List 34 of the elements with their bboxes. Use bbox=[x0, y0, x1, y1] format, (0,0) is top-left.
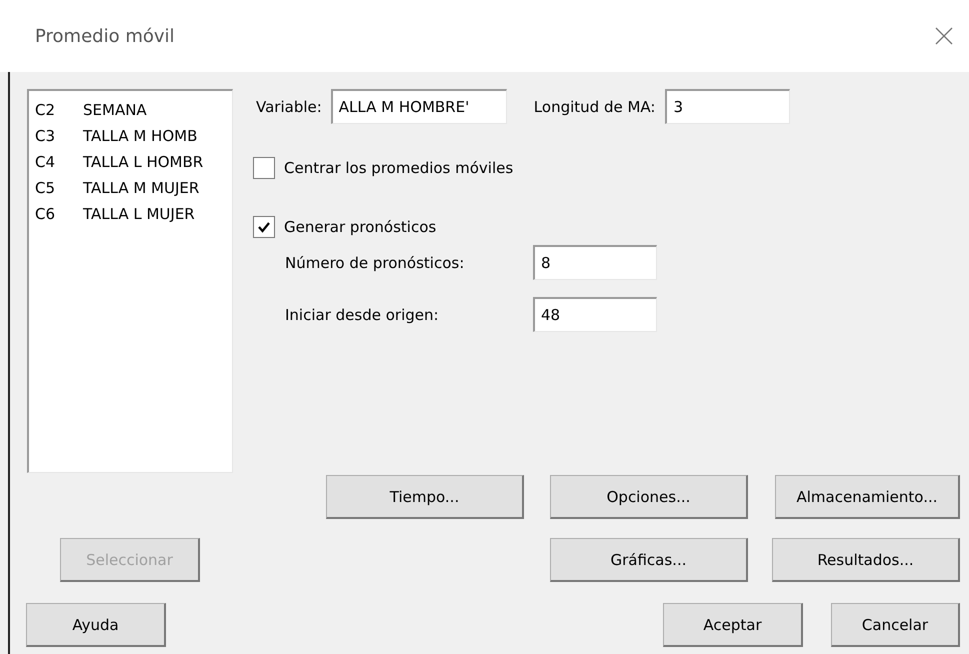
column-name: SEMANA bbox=[83, 101, 147, 119]
column-code: C3 bbox=[35, 127, 56, 145]
dialog-button[interactable]: Aceptar bbox=[663, 603, 803, 647]
dialog-button[interactable]: Almacenamiento... bbox=[775, 475, 960, 519]
column-code: C4 bbox=[35, 153, 56, 171]
help-button[interactable]: Ayuda bbox=[26, 603, 166, 647]
field-label: Número de pronósticos: bbox=[285, 254, 466, 272]
field-label: Iniciar desde origen: bbox=[285, 306, 440, 324]
field-label: Longitud de MA: bbox=[534, 98, 656, 116]
column-code: C2 bbox=[35, 101, 56, 119]
dialog-button[interactable]: Cancelar bbox=[831, 603, 960, 647]
checkbox[interactable] bbox=[253, 216, 275, 238]
dialog-button[interactable]: Gráficas... bbox=[550, 538, 748, 582]
variable-field[interactable]: ALLA M HOMBRE' bbox=[330, 89, 507, 124]
column-name: TALLA M MUJER bbox=[83, 179, 200, 197]
forecast-count-field[interactable]: 8 bbox=[533, 245, 657, 280]
window-title: Promedio móvil bbox=[35, 26, 175, 46]
field-label: Variable: bbox=[256, 98, 322, 116]
dialog-button[interactable]: Opciones... bbox=[550, 475, 748, 519]
column-name: TALLA M HOMB bbox=[83, 127, 198, 145]
column-name: TALLA L HOMBR bbox=[83, 153, 204, 171]
variable-list[interactable]: C2 SEMANA C3 TALLA M HOMB C4 TALLA L HOMBR C5 TALLA M MUJER C6 TALLA L MUJER bbox=[27, 89, 233, 473]
ma-length-field[interactable]: 3 bbox=[665, 89, 790, 124]
checkmark-icon bbox=[257, 220, 271, 234]
column-name: TALLA L MUJER bbox=[83, 205, 195, 223]
column-code: C5 bbox=[35, 179, 56, 197]
dialog-button[interactable]: Tiempo... bbox=[326, 475, 524, 519]
checkbox[interactable] bbox=[253, 157, 275, 179]
close-icon[interactable] bbox=[935, 27, 953, 45]
dialog-button[interactable]: Resultados... bbox=[772, 538, 960, 582]
checkbox-label: Generar pronósticos bbox=[284, 218, 436, 236]
column-code: C6 bbox=[35, 205, 56, 223]
checkbox-label: Centrar los promedios móviles bbox=[284, 159, 514, 177]
origin-field[interactable]: 48 bbox=[533, 297, 657, 332]
